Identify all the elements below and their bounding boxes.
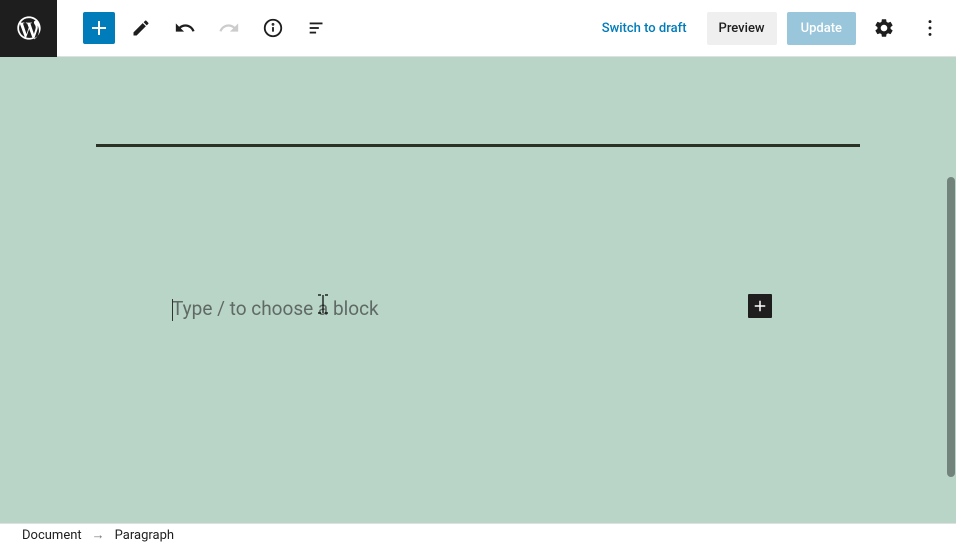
redo-icon	[218, 17, 240, 39]
breadcrumb-document[interactable]: Document	[22, 528, 82, 543]
breadcrumb: Document → Paragraph	[0, 523, 956, 546]
toolbar-left-group	[0, 0, 335, 57]
text-caret	[172, 299, 173, 321]
plus-icon	[751, 297, 769, 315]
undo-button[interactable]	[167, 10, 203, 46]
scrollbar-thumb[interactable]	[947, 177, 955, 477]
update-button[interactable]: Update	[787, 12, 856, 45]
editor-canvas[interactable]: Type / to choose a block	[0, 57, 956, 523]
wordpress-logo[interactable]	[0, 0, 57, 57]
switch-to-draft-button[interactable]: Switch to draft	[592, 13, 697, 44]
list-icon	[306, 17, 328, 39]
toolbar-right-group: Switch to draft Preview Update	[592, 10, 948, 46]
settings-button[interactable]	[866, 10, 902, 46]
paragraph-placeholder: Type / to choose a block	[172, 297, 776, 320]
more-options-button[interactable]	[912, 10, 948, 46]
breadcrumb-arrow-icon: →	[92, 527, 105, 543]
details-button[interactable]	[255, 10, 291, 46]
gear-icon	[873, 17, 895, 39]
scrollbar[interactable]	[947, 177, 955, 477]
outline-button[interactable]	[299, 10, 335, 46]
redo-button	[211, 10, 247, 46]
info-icon	[262, 17, 284, 39]
breadcrumb-paragraph[interactable]: Paragraph	[115, 528, 174, 543]
title-underline	[96, 144, 860, 147]
wordpress-logo-icon	[15, 14, 43, 42]
plus-icon	[87, 16, 111, 40]
preview-button[interactable]: Preview	[707, 12, 777, 45]
add-block-button[interactable]	[83, 12, 115, 44]
post-title-area[interactable]	[96, 117, 860, 147]
inline-block-inserter[interactable]	[748, 294, 772, 318]
editor-toolbar: Switch to draft Preview Update	[0, 0, 956, 57]
undo-icon	[174, 17, 196, 39]
more-vertical-icon	[919, 17, 941, 39]
pencil-icon	[131, 18, 151, 38]
paragraph-block[interactable]: Type / to choose a block	[172, 297, 776, 320]
tools-button[interactable]	[123, 10, 159, 46]
